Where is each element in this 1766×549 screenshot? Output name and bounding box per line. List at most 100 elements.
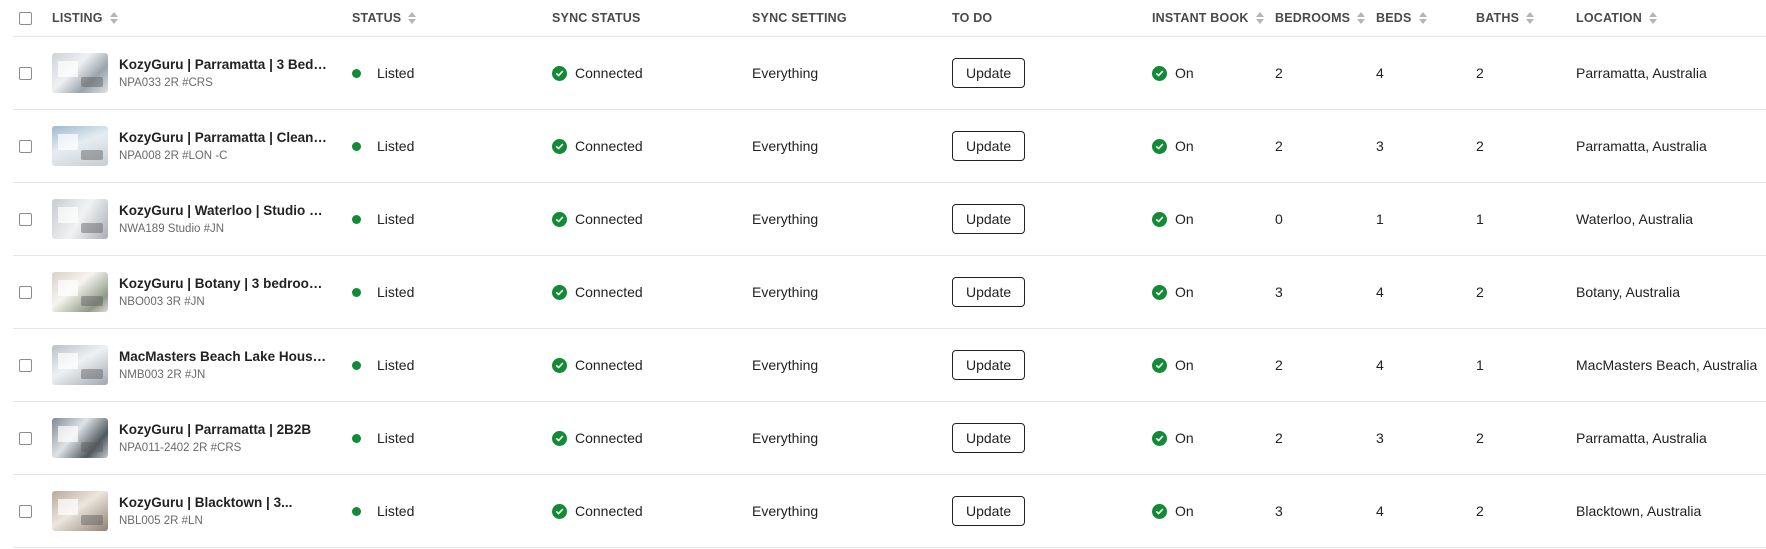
listing-thumbnail[interactable] [52,345,108,385]
row-checkbox[interactable] [19,431,32,445]
sync-setting-cell: Everything [752,402,952,474]
status-cell: Listed [352,183,552,255]
listing-thumbnail[interactable] [52,53,108,93]
status-dot-icon [352,287,361,297]
baths-value: 1 [1476,211,1484,227]
listing-thumbnail[interactable] [52,199,108,239]
table-row[interactable]: KozyGuru | Parramatta | 3 Bedroom NPA033… [13,37,1766,110]
listing-thumbnail[interactable] [52,491,108,531]
sort-icon[interactable] [109,12,119,24]
bedrooms-value: 2 [1275,430,1283,446]
listing-thumbnail[interactable] [52,418,108,458]
update-button[interactable]: Update [952,204,1026,234]
column-header-status[interactable]: STATUS [352,0,552,36]
location-value: Waterloo, Australia [1576,211,1693,227]
sync-setting-label: Everything [752,357,819,373]
listing-cell[interactable]: KozyGuru | Botany | 3 bedroom home NBO00… [52,256,352,328]
to-do-cell: Update [952,402,1152,474]
listing-cell[interactable]: KozyGuru | Parramatta | 2B2B NPA011-2402… [52,402,352,474]
check-circle-icon [1152,503,1167,519]
column-header-label: BATHS [1476,11,1520,25]
row-checkbox[interactable] [19,212,32,226]
listing-text: KozyGuru | Parramatta | Clean and Modern… [119,130,329,162]
row-checkbox[interactable] [19,66,32,80]
column-header-label: BEDROOMS [1275,11,1351,25]
table-row[interactable]: MacMasters Beach Lake House Retreat NMB0… [13,329,1766,402]
location-value: Parramatta, Australia [1576,430,1707,446]
column-header-baths[interactable]: BATHS [1476,0,1576,36]
sort-icon[interactable] [1526,12,1535,24]
update-button[interactable]: Update [952,496,1026,526]
listing-text: KozyGuru | Waterloo | Studio + Balcony N… [119,203,329,235]
row-checkbox-cell [19,402,39,474]
table-row[interactable]: KozyGuru | Botany | 3 bedroom home NBO00… [13,256,1766,329]
check-circle-icon [552,65,567,81]
listing-cell[interactable]: KozyGuru | Waterloo | Studio + Balcony N… [52,183,352,255]
column-header-label: SYNC SETTING [752,11,847,25]
column-header-location[interactable]: LOCATION [1576,0,1766,36]
sync-setting-label: Everything [752,65,819,81]
row-checkbox[interactable] [19,504,32,518]
listing-cell[interactable]: KozyGuru | Blacktown | 3... NBL005 2R #L… [52,475,352,547]
sync-setting-label: Everything [752,284,819,300]
listing-thumbnail[interactable] [52,126,108,166]
listing-title[interactable]: KozyGuru | Blacktown | 3... [119,495,329,510]
listing-thumbnail[interactable] [52,272,108,312]
status-dot-icon [352,141,361,151]
listing-title[interactable]: KozyGuru | Parramatta | Clean and Modern [119,130,329,145]
column-header-label: LISTING [52,11,103,25]
to-do-cell: Update [952,329,1152,401]
update-button[interactable]: Update [952,131,1026,161]
table-row[interactable]: KozyGuru | Blacktown | 3... NBL005 2R #L… [13,475,1766,548]
listing-cell[interactable]: MacMasters Beach Lake House Retreat NMB0… [52,329,352,401]
baths-value: 2 [1476,503,1484,519]
sync-setting-label: Everything [752,430,819,446]
table-row[interactable]: KozyGuru | Parramatta | Clean and Modern… [13,110,1766,183]
column-header-sync-status: SYNC STATUS [552,0,752,36]
listing-title[interactable]: MacMasters Beach Lake House Retreat [119,349,329,364]
listing-cell[interactable]: KozyGuru | Parramatta | Clean and Modern… [52,110,352,182]
column-header-instant-book[interactable]: INSTANT BOOK [1152,0,1275,36]
listing-cell[interactable]: KozyGuru | Parramatta | 3 Bedroom NPA033… [52,37,352,109]
sort-icon[interactable] [408,12,417,24]
listing-text: KozyGuru | Botany | 3 bedroom home NBO00… [119,276,329,308]
update-button[interactable]: Update [952,350,1026,380]
sort-icon[interactable] [1418,12,1428,24]
select-all-checkbox[interactable] [19,11,32,25]
row-checkbox[interactable] [19,285,32,299]
listing-code: NPA033 2R #CRS [119,77,213,89]
sort-icon[interactable] [1648,12,1658,24]
beds-value: 4 [1376,357,1384,373]
column-header-beds[interactable]: BEDS [1376,0,1476,36]
instant-book-label: On [1175,211,1194,227]
update-button[interactable]: Update [952,277,1026,307]
sync-status-cell: Connected [552,402,752,474]
row-checkbox[interactable] [19,139,32,153]
sync-status-label: Connected [575,357,643,373]
table-row[interactable]: KozyGuru | Parramatta | 2B2B NPA011-2402… [13,402,1766,475]
status-cell: Listed [352,329,552,401]
listing-title[interactable]: KozyGuru | Parramatta | 2B2B [119,422,329,437]
row-checkbox[interactable] [19,358,32,372]
column-header-listing[interactable]: LISTING [52,0,352,36]
sort-icon[interactable] [1357,12,1366,24]
sync-status-cell: Connected [552,475,752,547]
sync-status-cell: Connected [552,37,752,109]
listing-title[interactable]: KozyGuru | Parramatta | 3 Bedroom [119,57,329,72]
table-row[interactable]: KozyGuru | Waterloo | Studio + Balcony N… [13,183,1766,256]
column-header-bedrooms[interactable]: BEDROOMS [1275,0,1376,36]
sort-icon[interactable] [1255,12,1265,24]
sync-setting-label: Everything [752,503,819,519]
check-circle-icon [1152,138,1167,154]
beds-value: 4 [1376,284,1384,300]
update-button[interactable]: Update [952,58,1026,88]
beds-cell: 4 [1376,256,1476,328]
beds-cell: 4 [1376,329,1476,401]
check-circle-icon [552,211,567,227]
listing-title[interactable]: KozyGuru | Waterloo | Studio + Balcony [119,203,329,218]
listing-title[interactable]: KozyGuru | Botany | 3 bedroom home [119,276,329,291]
sync-setting-cell: Everything [752,183,952,255]
update-button[interactable]: Update [952,423,1026,453]
sync-setting-label: Everything [752,211,819,227]
status-cell: Listed [352,110,552,182]
